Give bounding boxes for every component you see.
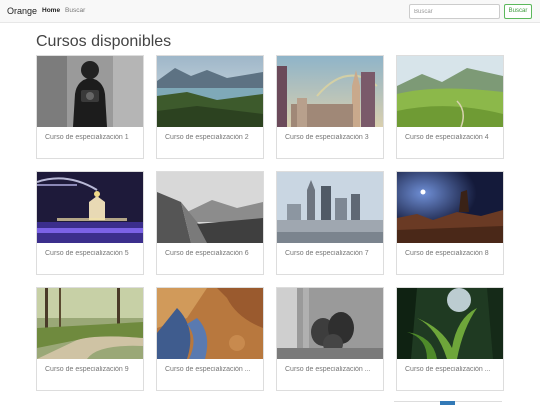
course-image-1[interactable]	[37, 56, 143, 127]
course-card-9[interactable]: Curso de especialización 9	[36, 287, 144, 391]
search-button[interactable]: Buscar	[504, 4, 532, 19]
course-title-3[interactable]: Curso de especialización 3	[285, 134, 377, 141]
course-card-6[interactable]: Curso de especialización 6	[156, 171, 264, 275]
course-title-2[interactable]: Curso de especialización 2	[165, 134, 257, 141]
course-card-2[interactable]: Curso de especialización 2	[156, 55, 264, 159]
pagination-active-page[interactable]	[440, 401, 455, 405]
course-image-8[interactable]	[397, 172, 503, 243]
course-card-11[interactable]: Curso de especialización ...	[276, 287, 384, 391]
course-title-9[interactable]: Curso de especialización 9	[45, 366, 137, 373]
course-image-11[interactable]	[277, 288, 383, 359]
course-title-10[interactable]: Curso de especialización ...	[165, 366, 257, 373]
search-input[interactable]	[409, 4, 500, 19]
course-image-3[interactable]	[277, 56, 383, 127]
course-title-1[interactable]: Curso de especialización 1	[45, 134, 137, 141]
course-image-10[interactable]	[157, 288, 263, 359]
course-title-5[interactable]: Curso de especialización 5	[45, 250, 137, 257]
nav-link-home[interactable]: Home	[42, 7, 60, 14]
course-card-1[interactable]: Curso de especialización 1	[36, 55, 144, 159]
navbar: Orange Home Buscar Buscar	[0, 0, 540, 23]
course-image-2[interactable]	[157, 56, 263, 127]
brand-logo[interactable]: Orange	[7, 6, 37, 16]
course-card-12[interactable]: Curso de especialización ...	[396, 287, 504, 391]
nav-link-buscar[interactable]: Buscar	[65, 7, 85, 14]
course-title-6[interactable]: Curso de especialización 6	[165, 250, 257, 257]
course-image-6[interactable]	[157, 172, 263, 243]
course-card-4[interactable]: Curso de especialización 4	[396, 55, 504, 159]
course-title-7[interactable]: Curso de especialización 7	[285, 250, 377, 257]
course-title-4[interactable]: Curso de especialización 4	[405, 134, 497, 141]
course-card-3[interactable]: Curso de especialización 3	[276, 55, 384, 159]
course-image-12[interactable]	[397, 288, 503, 359]
course-image-5[interactable]	[37, 172, 143, 243]
course-card-7[interactable]: Curso de especialización 7	[276, 171, 384, 275]
course-image-7[interactable]	[277, 172, 383, 243]
course-card-8[interactable]: Curso de especialización 8	[396, 171, 504, 275]
course-image-9[interactable]	[37, 288, 143, 359]
page-title: Cursos disponibles	[36, 33, 172, 50]
course-title-12[interactable]: Curso de especialización ...	[405, 366, 497, 373]
course-title-8[interactable]: Curso de especialización 8	[405, 250, 497, 257]
course-card-10[interactable]: Curso de especialización ...	[156, 287, 264, 391]
course-title-11[interactable]: Curso de especialización ...	[285, 366, 377, 373]
course-card-5[interactable]: Curso de especialización 5	[36, 171, 144, 275]
course-image-4[interactable]	[397, 56, 503, 127]
